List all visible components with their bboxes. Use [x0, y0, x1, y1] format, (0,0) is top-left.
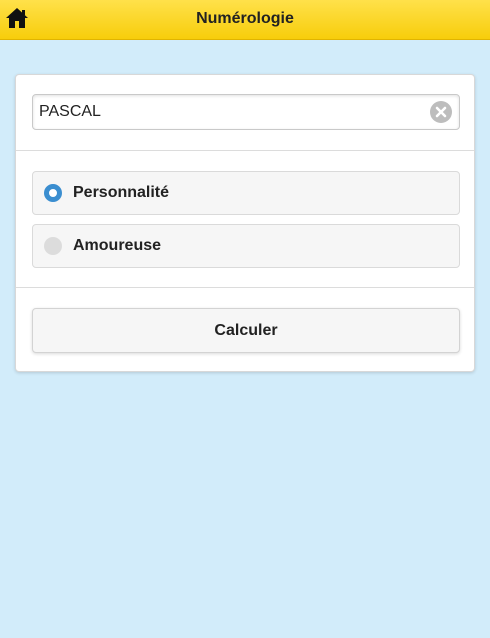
radio-amoureuse[interactable]: Amoureuse [32, 224, 460, 268]
radio-selected-icon [44, 184, 62, 202]
name-field [32, 94, 460, 130]
name-input[interactable] [39, 95, 419, 129]
calculer-button[interactable]: Calculer [32, 308, 460, 353]
form-card: Personnalité Amoureuse Calculer [15, 74, 475, 372]
divider [16, 287, 474, 288]
clear-button[interactable] [430, 101, 452, 123]
app-header: Numérologie [0, 0, 490, 40]
radio-unselected-icon [44, 237, 62, 255]
clear-icon [435, 106, 447, 118]
page-title: Numérologie [196, 10, 294, 27]
radio-label: Personnalité [73, 184, 170, 201]
radio-personnalite[interactable]: Personnalité [32, 171, 460, 215]
radio-label: Amoureuse [73, 237, 162, 254]
divider [16, 150, 474, 151]
